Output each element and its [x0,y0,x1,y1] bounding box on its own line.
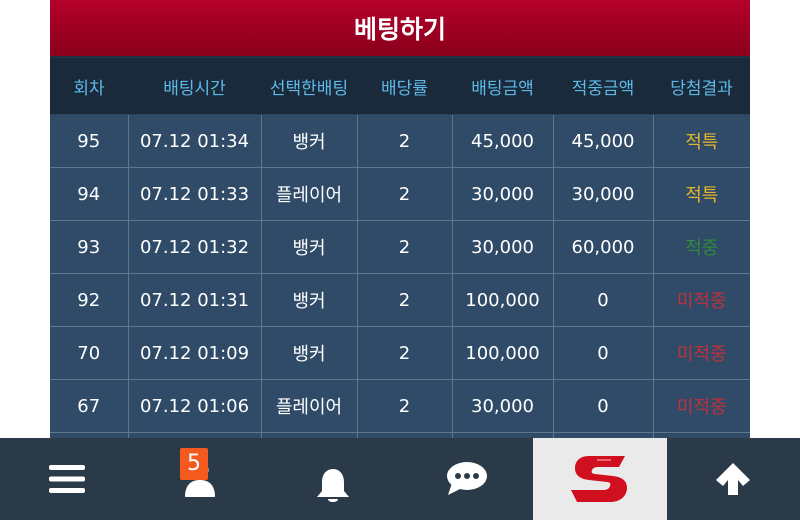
cell-round: 67 [50,379,129,433]
cell-choice: 뱅커 [260,114,358,168]
cell-payout: 60,000 [552,220,654,274]
betting-panel: 베팅하기 회차 배팅시간 선택한배팅 배당률 배팅금액 적중금액 당첨결과 95… [50,0,750,438]
cell-time: 07.12 01:34 [127,114,262,168]
table-row: 93 07.12 01:32 뱅커 2 30,000 60,000 적중 [50,220,750,274]
cell-odds: 2 [356,273,453,327]
site-logo[interactable] [533,438,667,520]
cell-time: 07.12 01:31 [127,273,262,327]
cell-time: 07.12 01:33 [127,167,262,221]
menu-button[interactable] [0,438,133,520]
column-header-bet-amount: 배팅금액 [452,58,553,115]
cell-payout: 0 [552,379,654,433]
bottom-nav: 5 [0,438,800,520]
cell-bet-amount: 45,000 [451,114,554,168]
cell-round: 92 [50,273,129,327]
cell-bet-amount: 30,000 [451,220,554,274]
bell-icon [317,469,350,502]
cell-payout: 45,000 [552,114,654,168]
scroll-top-button[interactable] [667,438,800,520]
cell-result: 적특 [652,167,750,221]
cell-payout: 0 [552,326,654,380]
cell-choice: 뱅커 [260,326,358,380]
column-header-time: 배팅시간 [128,58,261,115]
cell-time: 07.12 01:09 [127,326,262,380]
notification-count-badge: 5 [180,448,208,480]
cell-round: 93 [50,220,129,274]
cell-bet-amount: 100,000 [451,273,554,327]
cell-round: 94 [50,167,129,221]
column-header-round: 회차 [50,58,128,115]
page-title: 베팅하기 [50,0,750,56]
cell-odds: 2 [356,220,453,274]
s-logo-icon [570,456,627,502]
cell-result: 적특 [652,114,750,168]
table-row: 94 07.12 01:33 플레이어 2 30,000 30,000 적특 [50,167,750,221]
cell-round: 70 [50,326,129,380]
table-row: 95 07.12 01:34 뱅커 2 45,000 45,000 적특 [50,114,750,168]
cell-time: 07.12 01:32 [127,220,262,274]
betting-history-table: 회차 배팅시간 선택한배팅 배당률 배팅금액 적중금액 당첨결과 95 07.1… [50,58,750,438]
cell-round: 95 [50,114,129,168]
hamburger-icon [48,465,85,493]
cell-bet-amount: 30,000 [451,379,554,433]
cell-result: 적중 [652,220,750,274]
cell-result: 미적중 [652,273,750,327]
cell-bet-amount: 100,000 [451,326,554,380]
arrow-up-icon [716,463,751,495]
cell-odds: 2 [356,379,453,433]
table-header-row: 회차 배팅시간 선택한배팅 배당률 배팅금액 적중금액 당첨결과 [50,58,750,115]
column-header-odds: 배당률 [357,58,452,115]
cell-bet-amount: 30,000 [451,167,554,221]
chat-bubble-icon [446,462,487,495]
cell-choice: 플레이어 [260,167,358,221]
cell-payout: 30,000 [552,167,654,221]
cell-choice: 뱅커 [260,220,358,274]
cell-payout: 0 [552,273,654,327]
column-header-result: 당첨결과 [653,58,750,115]
table-row: 92 07.12 01:31 뱅커 2 100,000 0 미적중 [50,273,750,327]
column-header-choice: 선택한배팅 [261,58,357,115]
cell-result: 미적중 [652,326,750,380]
notifications-button[interactable] [267,438,400,520]
cell-odds: 2 [356,326,453,380]
cell-choice: 뱅커 [260,273,358,327]
table-row: 67 07.12 01:06 플레이어 2 30,000 0 미적중 [50,379,750,433]
cell-odds: 2 [356,167,453,221]
table-row: 70 07.12 01:09 뱅커 2 100,000 0 미적중 [50,326,750,380]
cell-odds: 2 [356,114,453,168]
chat-button[interactable] [400,438,533,520]
column-header-payout: 적중금액 [553,58,653,115]
cell-time: 07.12 01:06 [127,379,262,433]
cell-result: 미적중 [652,379,750,433]
cell-choice: 플레이어 [260,379,358,433]
